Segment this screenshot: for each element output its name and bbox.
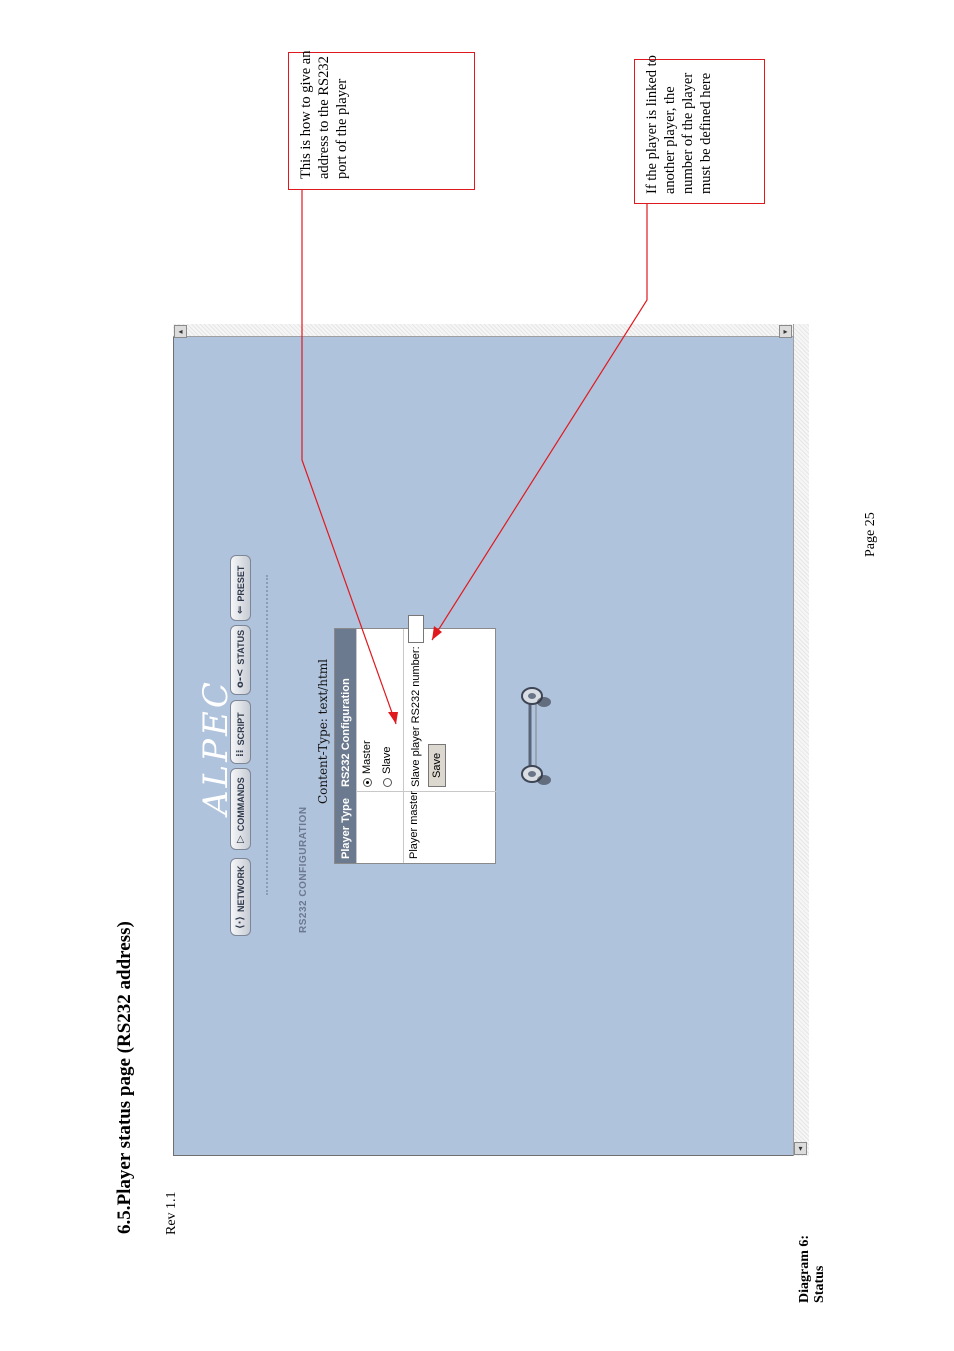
arrowhead-linked-icon <box>432 626 442 640</box>
arrow-linked-player <box>431 204 648 641</box>
arrow-rs232-address <box>301 190 397 725</box>
arrowhead-rs232-icon <box>388 712 398 724</box>
annotation-arrows <box>301 190 648 725</box>
